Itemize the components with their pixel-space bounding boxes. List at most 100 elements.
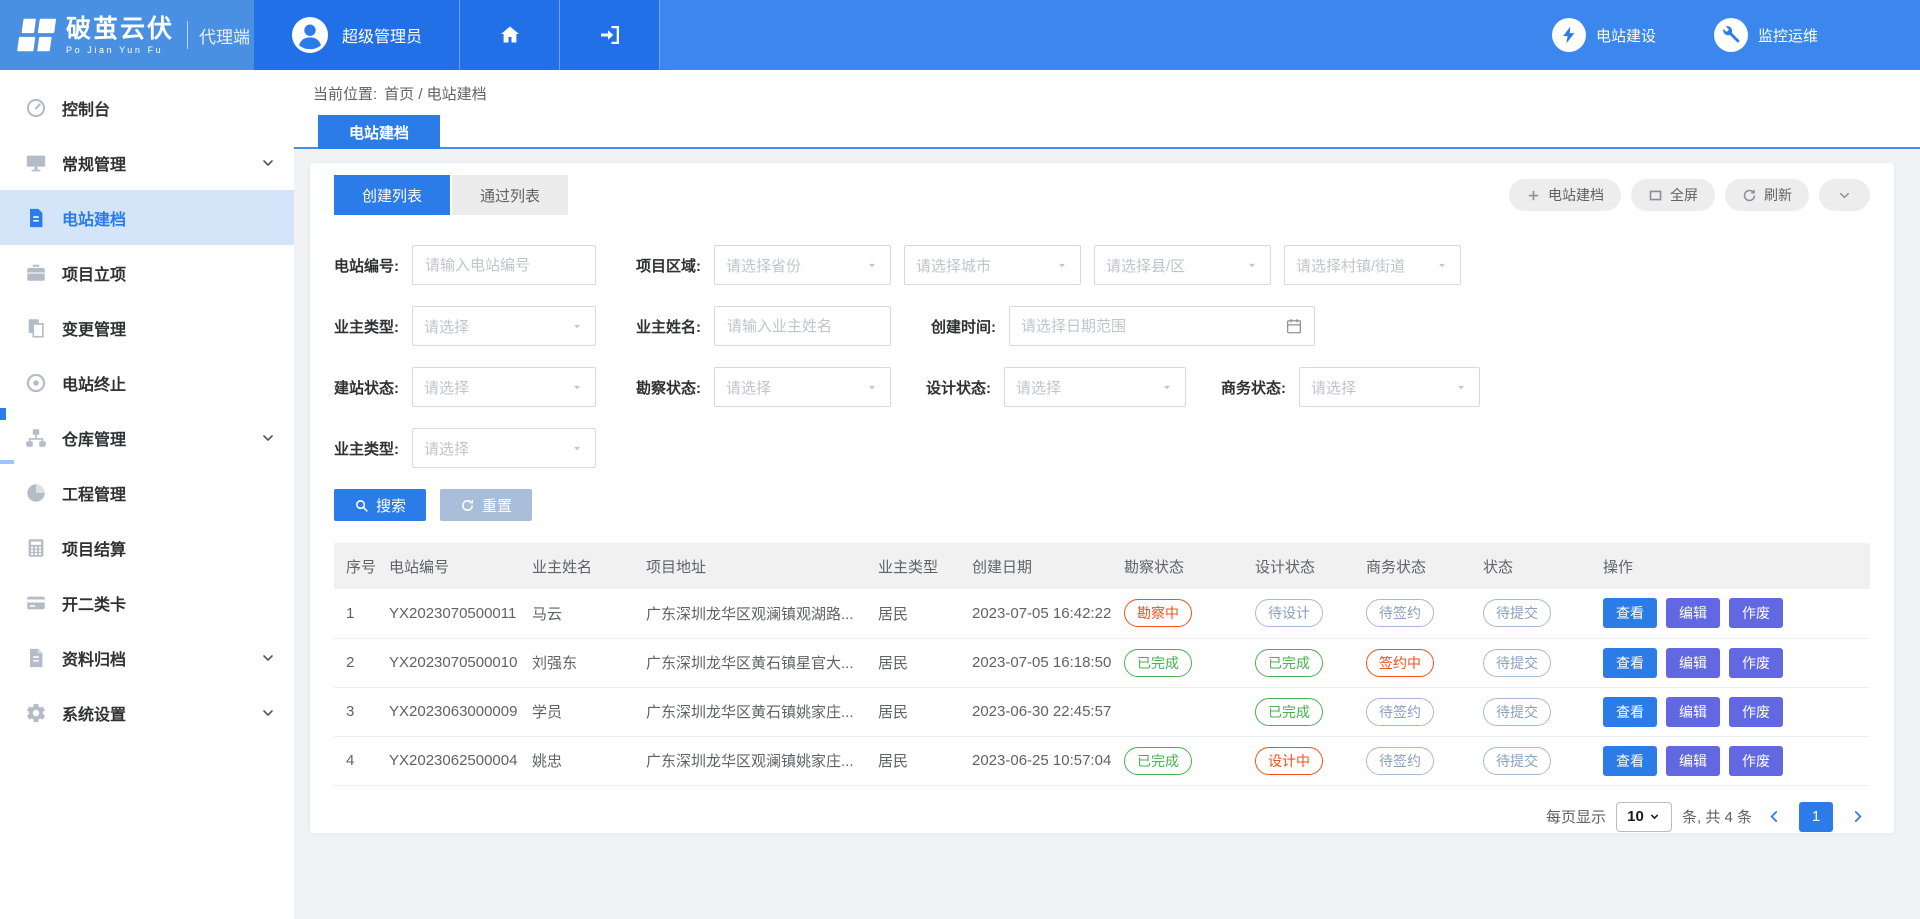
cell-owner-name: 姚忠 — [520, 736, 634, 785]
chevron-down-icon — [260, 650, 276, 666]
cell-design-status: 已完成 — [1243, 687, 1354, 736]
per-page-select[interactable]: 10 — [1616, 802, 1672, 832]
reset-button[interactable]: 重置 — [440, 489, 532, 521]
home-button[interactable] — [460, 0, 560, 70]
per-page-label: 每页显示 — [1546, 806, 1606, 827]
design-status-select[interactable]: 请选择 — [1004, 367, 1186, 407]
logout-button[interactable] — [560, 0, 660, 70]
sidebar-item-data-archive[interactable]: 资料归档 — [0, 630, 294, 685]
cell-station-code: YX2023070500010 — [377, 638, 520, 687]
select-placeholder: 请选择 — [1311, 377, 1454, 398]
owner-type-select[interactable]: 请选择 — [412, 306, 596, 346]
void-button[interactable]: 作废 — [1729, 697, 1783, 727]
sidebar-item-second-type-card[interactable]: 开二类卡 — [0, 575, 294, 630]
district-select[interactable]: 请选择县/区 — [1094, 245, 1271, 285]
edit-button[interactable]: 编辑 — [1666, 697, 1720, 727]
created-range-input[interactable] — [1009, 306, 1315, 346]
module-monitoring-operations[interactable]: 监控运维 — [1714, 18, 1818, 52]
module-label: 监控运维 — [1758, 25, 1818, 46]
status-badge: 待提交 — [1483, 599, 1551, 627]
sidebar-item-label: 仓库管理 — [62, 426, 260, 450]
records-table: 序号电站编号业主姓名项目地址业主类型创建日期勘察状态设计状态商务状态状态操作 1… — [334, 543, 1870, 786]
sidebar-item-label: 变更管理 — [62, 316, 276, 340]
logout-icon — [598, 23, 622, 47]
cell-status: 待提交 — [1471, 687, 1591, 736]
view-button[interactable]: 查看 — [1603, 598, 1657, 628]
sidebar-item-project-initiation[interactable]: 项目立项 — [0, 245, 294, 300]
sidebar-item-engineering-management[interactable]: 工程管理 — [0, 465, 294, 520]
cell-actions: 查看编辑作废 — [1591, 687, 1870, 736]
edit-button[interactable]: 编辑 — [1666, 598, 1720, 628]
gear-icon — [25, 702, 47, 724]
owner-type-select-2[interactable]: 请选择 — [412, 428, 596, 468]
refresh-button[interactable]: 刷新 — [1725, 179, 1809, 211]
caret-down-icon — [1435, 258, 1449, 272]
void-button[interactable]: 作废 — [1729, 648, 1783, 678]
brand-logo-icon — [13, 12, 59, 58]
add-station-button[interactable]: 电站建档 — [1509, 179, 1621, 211]
tab-passed-list[interactable]: 通过列表 — [452, 175, 568, 215]
prev-page-button[interactable] — [1762, 808, 1787, 825]
column-header: 商务状态 — [1354, 543, 1471, 589]
sidebar-item-station-termination[interactable]: 电站终止 — [0, 355, 294, 410]
module-station-construction[interactable]: 电站建设 — [1552, 18, 1656, 52]
cell-design-status: 已完成 — [1243, 638, 1354, 687]
top-header: 破茧云伏 Po Jian Yun Fu 代理端 超级管理员 电站建设 监控运维 — [0, 0, 1920, 70]
fullscreen-button[interactable]: 全屏 — [1631, 179, 1715, 211]
view-button[interactable]: 查看 — [1603, 746, 1657, 776]
monitor-icon — [25, 152, 47, 174]
refresh-icon — [1742, 188, 1757, 203]
status-badge: 待提交 — [1483, 747, 1551, 775]
sidebar-item-change-management[interactable]: 变更管理 — [0, 300, 294, 355]
breadcrumb-path[interactable]: 首页 / 电站建档 — [384, 83, 487, 104]
sidebar-item-project-settlement[interactable]: 项目结算 — [0, 520, 294, 575]
filter-field: 勘察状态:请选择 — [636, 367, 891, 407]
cell-business-status: 待签约 — [1354, 687, 1471, 736]
search-button[interactable]: 搜索 — [334, 489, 426, 521]
tab-create-list[interactable]: 创建列表 — [334, 175, 450, 215]
filter-row: 业主类型:请选择 — [334, 428, 1870, 468]
void-button[interactable]: 作废 — [1729, 746, 1783, 776]
collapse-button[interactable] — [1819, 179, 1870, 211]
edit-button[interactable]: 编辑 — [1666, 746, 1720, 776]
survey-status-select[interactable]: 请选择 — [714, 367, 891, 407]
column-header: 创建日期 — [960, 543, 1112, 589]
card-header: 创建列表通过列表 电站建档全屏刷新 — [334, 175, 1870, 215]
province-select[interactable]: 请选择省份 — [714, 245, 891, 285]
sidebar-item-label: 工程管理 — [62, 481, 276, 505]
view-button[interactable]: 查看 — [1603, 697, 1657, 727]
sidebar-item-system-settings[interactable]: 系统设置 — [0, 685, 294, 740]
total-count: 条, 共 4 条 — [1682, 806, 1752, 827]
plus-icon — [1526, 188, 1541, 203]
business-status-select[interactable]: 请选择 — [1299, 367, 1480, 407]
cell-business-status: 待签约 — [1354, 736, 1471, 785]
sidebar-item-station-filing[interactable]: 电站建档 — [0, 190, 294, 245]
breadcrumb-label: 当前位置: — [313, 83, 377, 104]
sidebar-item-console[interactable]: 控制台 — [0, 80, 294, 135]
page-number-button[interactable]: 1 — [1799, 802, 1833, 832]
build-status-select[interactable]: 请选择 — [412, 367, 596, 407]
brand[interactable]: 破茧云伏 Po Jian Yun Fu 代理端 — [0, 0, 254, 70]
edit-button[interactable]: 编辑 — [1666, 648, 1720, 678]
next-page-button[interactable] — [1845, 808, 1870, 825]
column-header: 设计状态 — [1243, 543, 1354, 589]
city-select[interactable]: 请选择城市 — [904, 245, 1081, 285]
view-button[interactable]: 查看 — [1603, 648, 1657, 678]
sidebar-item-label: 控制台 — [62, 96, 276, 120]
sidebar-item-general-management[interactable]: 常规管理 — [0, 135, 294, 190]
table-row: 2YX2023070500010刘强东广东深圳龙华区黄石镇星官大...居民202… — [334, 638, 1870, 687]
owner-name-input[interactable] — [714, 306, 891, 346]
void-button[interactable]: 作废 — [1729, 598, 1783, 628]
sidebar-scroll-mark — [0, 460, 14, 464]
date-range-input[interactable] — [1021, 318, 1285, 335]
select-placeholder: 请选择 — [726, 377, 865, 398]
user-menu[interactable]: 超级管理员 — [254, 0, 460, 70]
sidebar-item-label: 资料归档 — [62, 646, 260, 670]
table-header-row: 序号电站编号业主姓名项目地址业主类型创建日期勘察状态设计状态商务状态状态操作 — [334, 543, 1870, 589]
sidebar-item-warehouse-management[interactable]: 仓库管理 — [0, 410, 294, 465]
main-content: 当前位置: 首页 / 电站建档 电站建档 创建列表通过列表 电站建档全屏刷新 电… — [294, 70, 1920, 919]
page-tab[interactable]: 电站建档 — [318, 115, 440, 149]
town-select[interactable]: 请选择村镇/街道 — [1284, 245, 1461, 285]
station-code-input[interactable] — [412, 245, 596, 285]
cell-created-date: 2023-06-30 22:45:57 — [960, 687, 1112, 736]
